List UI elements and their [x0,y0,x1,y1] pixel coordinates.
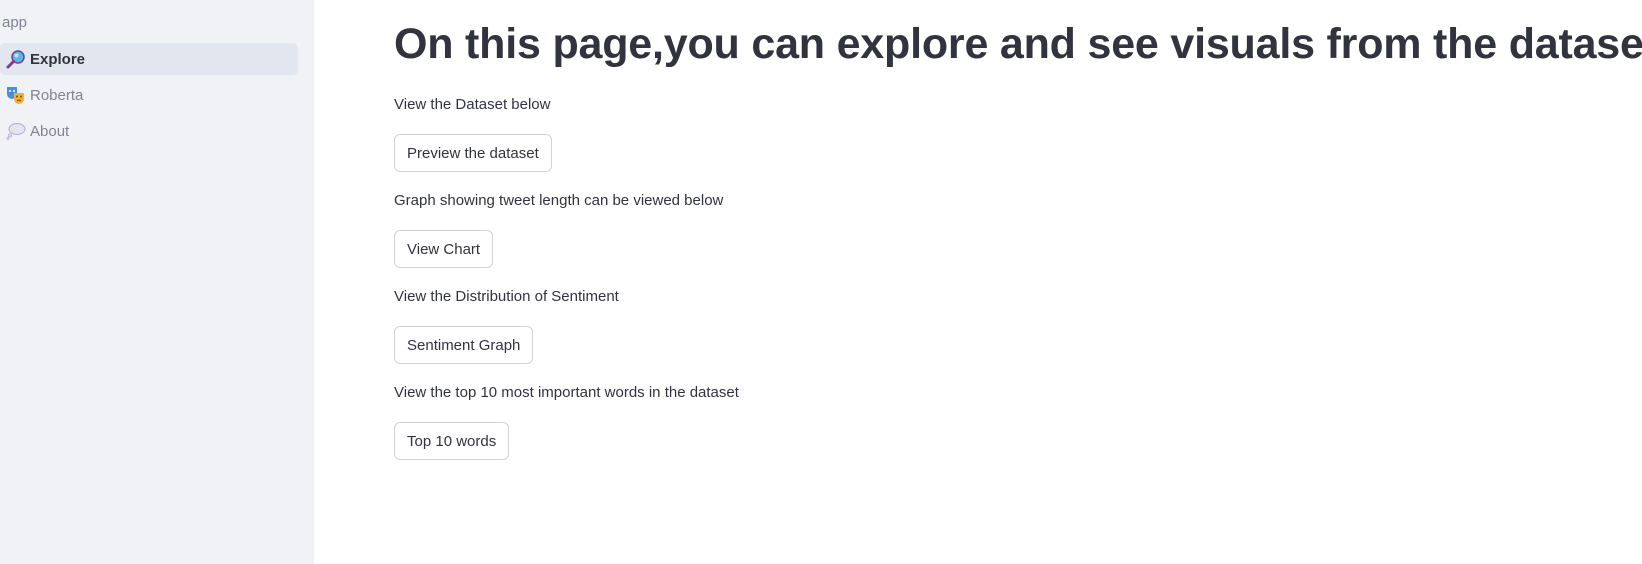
sidebar-item-label: About [30,122,70,140]
sidebar-item-label: Explore [30,50,86,68]
sidebar-item-explore[interactable]: Explore [0,43,298,75]
sidebar-item-roberta[interactable]: Roberta [0,79,298,111]
sidebar-item-about[interactable]: About [0,115,298,147]
page-title: On this page,you can explore and see vis… [394,20,1642,68]
view-chart-button[interactable]: View Chart [394,230,494,268]
tweet-length-caption: Graph showing tweet length can be viewed… [394,192,724,209]
sidebar-app-label: app [2,14,28,31]
magnifier-icon [6,49,26,69]
main-content: On this page,you can explore and see vis… [314,0,1642,564]
sentiment-caption: View the Distribution of Sentiment [394,288,619,305]
sentiment-graph-button[interactable]: Sentiment Graph [394,326,534,364]
top-words-caption: View the top 10 most important words in … [394,384,739,401]
masks-icon [6,85,26,105]
top-10-words-button[interactable]: Top 10 words [394,422,510,460]
dataset-caption: View the Dataset below [394,96,551,113]
sidebar: app Explore Roberta About [0,0,314,564]
preview-dataset-button[interactable]: Preview the dataset [394,134,552,172]
speech-bubble-icon [6,121,26,141]
sidebar-item-label: Roberta [30,86,84,104]
